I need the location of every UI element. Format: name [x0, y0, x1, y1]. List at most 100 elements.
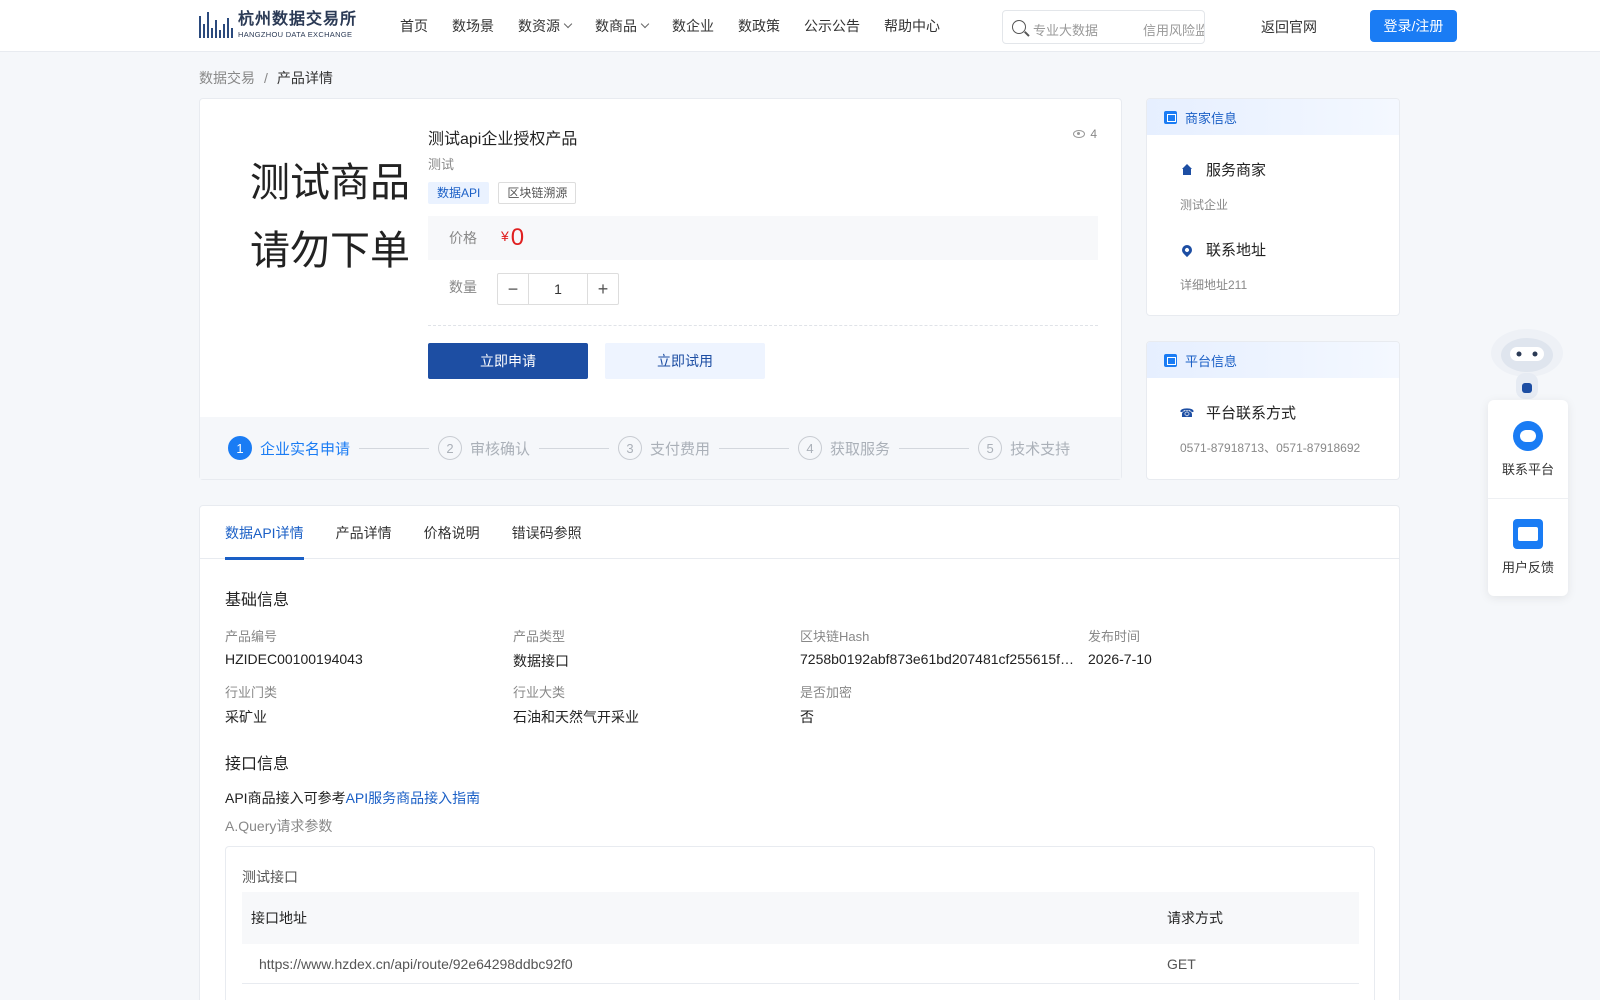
- api-url[interactable]: https://www.hzdex.cn/api/route/92e64298d…: [242, 956, 1167, 972]
- detail-tabs: 数据API详情 产品详情 价格说明 错误码参照: [200, 506, 1399, 560]
- price-currency: ¥: [501, 228, 509, 244]
- quantity-label: 数量: [449, 279, 477, 295]
- nav-label: 数场景: [452, 18, 494, 34]
- nav-label: 数商品: [595, 18, 637, 34]
- field-industry-class: 行业大类 石油和天然气开采业: [513, 682, 793, 727]
- column-header-method: 请求方式: [1167, 910, 1223, 926]
- user-feedback-button[interactable]: 用户反馈: [1488, 498, 1568, 596]
- platform-contact-value: 0571-87918713、0571-87918692: [1180, 441, 1361, 455]
- step-label: 企业实名申请: [260, 440, 351, 458]
- contact-platform-button[interactable]: 联系平台: [1488, 400, 1568, 498]
- search-placeholder-1: 专业大数据: [1033, 23, 1099, 38]
- service-merchant-row: 服务商家: [1147, 159, 1399, 180]
- merchant-info-header: 商家信息: [1147, 99, 1399, 135]
- field-key: 区块链Hash: [800, 629, 870, 644]
- tag-data-api: 数据API: [428, 182, 490, 204]
- basic-info-title: 基础信息: [225, 592, 290, 609]
- tab-product-details[interactable]: 产品详情: [336, 506, 392, 559]
- product-cover-image: 测试商品 请勿下单: [230, 149, 430, 285]
- plus-icon[interactable]: +: [587, 274, 618, 304]
- price-value: 0: [510, 224, 525, 251]
- user-feedback-label: 用户反馈: [1501, 560, 1554, 575]
- product-card: 测试商品 请勿下单 测试api企业授权产品 4 测试 数据API 区块链溯源 价…: [199, 98, 1122, 480]
- step-connector: [899, 447, 970, 449]
- site-logo[interactable]: 杭州数据交易所 HANGZHOU DATA EXCHANGE: [199, 9, 364, 41]
- tab-pricing[interactable]: 价格说明: [424, 506, 480, 559]
- monitor-icon: [1164, 353, 1177, 367]
- breadcrumb: 数据交易 / 产品详情: [199, 68, 333, 88]
- api-note-prefix: API商品接入可参考: [225, 790, 346, 806]
- nav-scenes[interactable]: 数场景: [452, 16, 494, 36]
- apply-now-button[interactable]: 立即申请: [428, 343, 588, 379]
- minus-icon[interactable]: −: [498, 274, 529, 304]
- query-params-label: A.Query请求参数: [225, 818, 333, 834]
- field-key: 是否加密: [800, 685, 853, 700]
- view-count: 4: [1073, 127, 1097, 141]
- divider: [428, 325, 1098, 326]
- nav-label: 数企业: [672, 18, 714, 34]
- field-industry-category: 行业门类 采矿业: [225, 682, 505, 727]
- search-icon[interactable]: [1012, 20, 1026, 34]
- column-header-url: 接口地址: [251, 910, 307, 926]
- merchant-info-card: 商家信息 服务商家 测试企业 联系地址 详细地址211: [1146, 98, 1400, 316]
- nav-label: 首页: [400, 18, 428, 34]
- logo-name: 杭州数据交易所: [238, 10, 358, 28]
- tab-error-codes[interactable]: 错误码参照: [512, 506, 582, 559]
- field-product-id: 产品编号 HZIDEC00100194043: [225, 626, 505, 667]
- step-connector: [359, 447, 430, 449]
- contact-address-label: 联系地址: [1206, 242, 1267, 259]
- field-key: 行业大类: [513, 685, 566, 700]
- step-number: 1: [228, 436, 252, 460]
- contact-address-row: 联系地址: [1147, 239, 1399, 260]
- nav-policies[interactable]: 数政策: [738, 16, 780, 36]
- breadcrumb-root[interactable]: 数据交易: [199, 70, 255, 86]
- nav-label: 数资源: [518, 18, 560, 34]
- breadcrumb-current: 产品详情: [276, 70, 333, 86]
- eye-icon: [1073, 130, 1086, 138]
- field-key: 产品编号: [225, 629, 278, 644]
- nav-announcements[interactable]: 公示公告: [804, 16, 860, 36]
- field-value: 2026-7-10: [1088, 651, 1152, 667]
- nav-home[interactable]: 首页: [400, 16, 428, 36]
- quantity-stepper: − 1 +: [497, 273, 619, 305]
- nav-resources[interactable]: 数资源: [518, 16, 573, 36]
- contact-platform-label: 联系平台: [1501, 461, 1554, 477]
- field-encrypted: 是否加密 否: [800, 682, 1080, 727]
- logo-bars-icon: [199, 12, 233, 38]
- assistant-robot-icon[interactable]: [1488, 325, 1566, 401]
- phone-icon: ☎: [1179, 405, 1195, 420]
- nav-help[interactable]: 帮助中心: [884, 16, 940, 36]
- home-icon: [1180, 163, 1194, 177]
- back-to-official-site-link[interactable]: 返回官网: [1261, 17, 1317, 37]
- step-1: 1 企业实名申请: [228, 436, 350, 460]
- field-value: 采矿业: [225, 709, 267, 725]
- api-endpoint-box: 测试接口 接口地址 请求方式 https://www.hzdex.cn/api/…: [225, 846, 1375, 1000]
- contact-address-value: 详细地址211: [1180, 278, 1248, 292]
- cover-line-1: 测试商品: [250, 161, 410, 205]
- api-guide-link[interactable]: API服务商品接入指南: [346, 790, 481, 806]
- try-now-button[interactable]: 立即试用: [605, 343, 765, 379]
- price-box: 价格 ¥ 0: [428, 216, 1098, 260]
- nav-products[interactable]: 数商品: [595, 16, 650, 36]
- field-key: 发布时间: [1088, 629, 1141, 644]
- nav-label: 帮助中心: [884, 18, 940, 34]
- nav-enterprises[interactable]: 数企业: [672, 16, 714, 36]
- login-register-button[interactable]: 登录/注册: [1370, 10, 1457, 42]
- step-number: 3: [618, 436, 643, 460]
- quantity-input[interactable]: 1: [529, 274, 587, 304]
- logo-english: HANGZHOU DATA EXCHANGE: [238, 29, 353, 39]
- view-count-value: 4: [1090, 127, 1097, 141]
- field-value: 数据接口: [513, 653, 569, 669]
- step-number: 4: [798, 436, 823, 460]
- merchant-info-title: 商家信息: [1185, 110, 1238, 126]
- step-number: 5: [978, 436, 1003, 460]
- tab-api-details[interactable]: 数据API详情: [225, 506, 304, 560]
- step-number: 2: [438, 436, 463, 460]
- product-tags: 数据API 区块链溯源: [428, 182, 577, 204]
- search-input[interactable]: 专业大数据 信用风险监: [1002, 10, 1205, 44]
- main-nav: 首页 数场景 数资源 数商品 数企业 数政策 公示公告 帮助中心: [388, 0, 952, 52]
- breadcrumb-separator: /: [264, 70, 268, 86]
- cover-line-2: 请勿下单: [250, 229, 410, 273]
- top-header: 杭州数据交易所 HANGZHOU DATA EXCHANGE 首页 数场景 数资…: [0, 0, 1600, 52]
- table-row: https://www.hzdex.cn/api/route/92e64298d…: [242, 944, 1359, 984]
